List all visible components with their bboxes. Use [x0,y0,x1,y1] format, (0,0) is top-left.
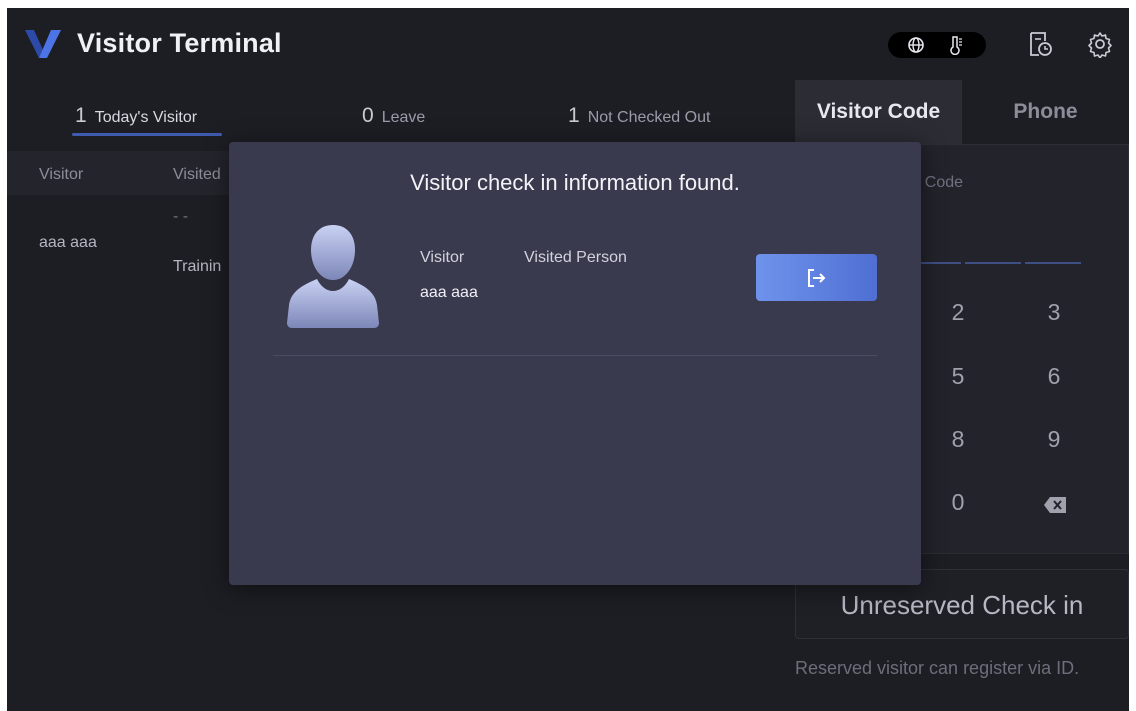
brand-logo-icon [25,30,61,58]
column-header-visitor: Visitor [39,166,84,183]
check-in-modal: Visitor check in information found. Visi… [229,142,921,585]
thermometer-icon[interactable] [946,35,966,55]
backspace-icon[interactable] [1044,497,1066,513]
register-hint: Reserved visitor can register via ID. [795,658,1080,678]
tab-visitor-code[interactable]: Visitor Code [795,80,962,144]
table-cell-dash: - - [173,208,189,225]
tab-label: Not Checked Out [587,109,711,126]
tab-label: Today's Visitor [94,109,198,126]
visitor-label: Visitor [420,249,465,266]
globe-icon[interactable] [906,35,926,55]
status-pill [888,32,986,58]
settings-gear-icon[interactable] [1086,30,1114,58]
visited-person-label: Visited Person [524,249,627,266]
tab-count: 1 [568,104,580,127]
keypad-key-6[interactable]: 6 [1024,363,1084,390]
table-cell-visited: Trainin [173,258,222,275]
app-header: Visitor Terminal [7,8,1129,80]
table-cell-visitor[interactable]: aaa aaa [39,234,97,252]
visitor-terminal-screen: Visitor Terminal 1 Today's Visitor 0 Lea… [7,8,1129,711]
app-title: Visitor Terminal [77,28,282,58]
tab-todays-visitor[interactable]: 1 Today's Visitor [75,104,197,128]
visitor-avatar-icon [287,225,379,328]
column-header-visited: Visited [173,166,221,183]
tab-count: 1 [75,104,87,127]
keypad-key-0[interactable]: 0 [928,489,988,516]
tab-leave[interactable]: 0 Leave [362,104,425,128]
checkout-icon [808,269,826,287]
active-tab-indicator [72,133,222,136]
code-digit-slot [965,262,1021,264]
checkout-button[interactable] [756,254,877,301]
visitor-value: aaa aaa [420,284,478,301]
tab-count: 0 [362,104,374,127]
keypad-key-5[interactable]: 5 [928,363,988,390]
code-label: r Code [915,174,964,191]
tab-not-checked-out[interactable]: 1 Not Checked Out [568,104,710,128]
modal-title: Visitor check in information found. [410,170,740,195]
tab-phone[interactable]: Phone [962,80,1129,144]
code-digit-slot [1025,262,1081,264]
keypad-key-8[interactable]: 8 [928,426,988,453]
tab-label: Leave [381,109,426,126]
keypad-key-2[interactable]: 2 [928,299,988,326]
keypad-key-9[interactable]: 9 [1024,426,1084,453]
keypad-key-3[interactable]: 3 [1024,299,1084,326]
modal-divider [273,355,877,356]
schedule-icon[interactable] [1026,30,1054,58]
